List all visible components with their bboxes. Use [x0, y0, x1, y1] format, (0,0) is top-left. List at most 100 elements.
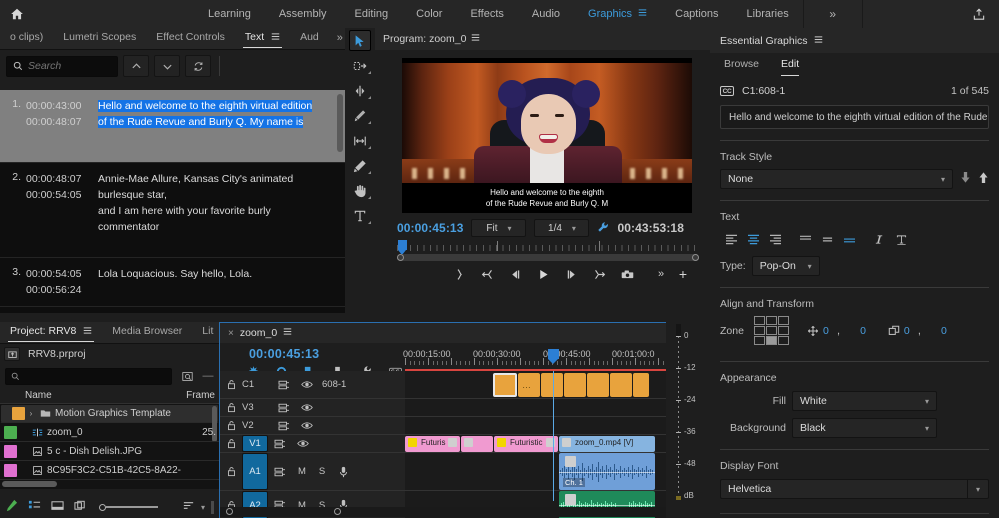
workspace-tab-graphics[interactable]: Graphics [574, 0, 661, 28]
zoom-level-select[interactable]: Fit ▾ [471, 219, 527, 237]
sync-lock-icon[interactable] [272, 403, 296, 413]
export-frame-button[interactable] [613, 262, 641, 286]
caption-text-field[interactable]: Hello and welcome to the eighth virtual … [720, 105, 989, 129]
solo-track-button[interactable]: S [312, 466, 332, 477]
step-forward-button[interactable] [557, 262, 585, 286]
scrubber-playhead[interactable] [398, 240, 407, 255]
push-style-up-button[interactable] [978, 171, 989, 187]
panel-menu-icon[interactable] [814, 35, 823, 47]
project-item[interactable]: › Motion Graphics Template [0, 404, 219, 442]
track-header[interactable]: V1 [220, 435, 405, 452]
track-header[interactable]: C1 608-1 [220, 371, 405, 398]
button-editor-button[interactable]: + [675, 262, 691, 286]
scale-x-value[interactable]: 0 [904, 325, 914, 337]
project-item[interactable]: 8C95F3C2-C51B-42C5-8A22- [0, 461, 219, 480]
caption-clip[interactable] [633, 373, 649, 397]
tab-text[interactable]: Text [235, 27, 290, 49]
background-select[interactable]: Black ▾ [792, 418, 937, 438]
caption-row[interactable]: 2. 00:00:48:07 00:00:54:05 Annie-Mae All… [0, 163, 345, 258]
caption-row[interactable]: 3. 00:00:54:05 00:00:56:24 Lola Loquacio… [0, 258, 345, 307]
panel-menu-icon[interactable] [83, 322, 92, 343]
track-header[interactable]: A1 M S [220, 453, 405, 490]
navigate-up-button[interactable] [4, 347, 20, 361]
position-y-value[interactable]: 0 [860, 325, 866, 337]
fill-select[interactable]: White ▾ [792, 391, 937, 411]
track-select-forward-tool[interactable] [345, 53, 375, 78]
zone-cell-selected[interactable] [766, 336, 777, 345]
lock-icon[interactable] [220, 466, 242, 477]
scrollbar-track[interactable] [226, 508, 691, 515]
video-clip[interactable]: Futuristic [494, 436, 558, 452]
tab-lumetri-scopes[interactable]: Lumetri Scopes [53, 27, 146, 49]
caption-clip[interactable]: … [518, 373, 540, 397]
caption-type-select[interactable]: Pop-On ▾ [751, 256, 820, 276]
track-header[interactable]: V2 [220, 417, 405, 434]
align-center-icon[interactable] [742, 231, 764, 247]
sync-lock-icon[interactable] [272, 380, 296, 390]
position-x-value[interactable]: 0 [823, 325, 833, 337]
workspace-tab-captions[interactable]: Captions [661, 0, 732, 28]
track-lane[interactable] [405, 399, 709, 416]
sync-lock-icon[interactable] [268, 467, 292, 477]
video-clip[interactable]: Futuris [405, 436, 460, 452]
search-input[interactable] [28, 60, 111, 72]
settings-wrench-icon[interactable] [597, 221, 609, 236]
track-visibility-icon[interactable] [292, 439, 314, 448]
tab-media-browser[interactable]: Media Browser [102, 321, 192, 343]
timeline-horizontal-scrollbar[interactable] [220, 507, 709, 517]
workspace-tab-editing[interactable]: Editing [341, 0, 403, 28]
play-stop-button[interactable] [529, 262, 557, 286]
caption-text[interactable]: Lola Loquacious. Say hello, Lola. [98, 266, 345, 298]
sync-lock-icon[interactable] [272, 421, 296, 431]
tab-project-rrv8[interactable]: Project: RRV8 [0, 321, 102, 343]
go-to-in-button[interactable] [473, 262, 501, 286]
refresh-transcript-button[interactable] [185, 55, 211, 77]
mute-track-button[interactable]: M [292, 466, 312, 477]
project-item-list[interactable]: › Motion Graphics Template zoom_0 25. 5 … [0, 404, 219, 489]
program-scrubber[interactable] [397, 240, 699, 262]
timeline-playhead-line[interactable] [553, 371, 554, 501]
previous-caption-button[interactable] [123, 55, 149, 77]
panel-menu-icon[interactable] [471, 33, 480, 45]
work-area-handle-right[interactable] [692, 254, 699, 261]
freeform-view-icon[interactable] [74, 499, 87, 515]
slip-tool[interactable] [345, 128, 375, 153]
track-lane[interactable]: Ch. 1 [405, 453, 709, 490]
gripper-icon[interactable] [211, 500, 214, 514]
scrubber-ruler[interactable] [397, 240, 699, 255]
close-icon[interactable]: × [228, 328, 234, 339]
align-middle-icon[interactable] [816, 231, 838, 247]
zone-grid[interactable] [754, 316, 789, 345]
italic-icon[interactable] [868, 231, 890, 247]
voice-over-record-icon[interactable] [332, 466, 354, 478]
track-visibility-icon[interactable] [296, 403, 318, 412]
zoom-slider-track[interactable] [106, 506, 158, 508]
track-style-select[interactable]: None ▾ [720, 169, 953, 189]
caption-text[interactable]: Annie-Mae Allure, Kansas City's animated… [98, 171, 345, 249]
audio-clip[interactable]: Ch. 1 [559, 453, 655, 490]
workspace-tab-audio[interactable]: Audio [518, 0, 574, 28]
caption-clip[interactable] [564, 373, 586, 397]
work-area-handle-left[interactable] [397, 254, 404, 261]
collapse-handle[interactable]: — [202, 370, 214, 382]
mark-in-out-button[interactable] [445, 262, 473, 286]
project-search-input[interactable] [5, 367, 172, 385]
current-timecode[interactable]: 00:00:45:13 [397, 221, 463, 235]
tab-edit[interactable]: Edit [781, 55, 800, 76]
panel-menu-icon[interactable] [271, 28, 280, 49]
next-caption-button[interactable] [154, 55, 180, 77]
zone-cell[interactable] [778, 336, 789, 345]
caption-row[interactable]: 1. 00:00:43:00 00:00:48:07 Hello and wel… [0, 90, 345, 163]
project-item[interactable]: 5 c - Dish Delish.JPG [0, 442, 219, 461]
zone-cell[interactable] [778, 316, 789, 325]
zone-cell[interactable] [766, 326, 777, 335]
chevron-down-icon[interactable]: ▾ [967, 479, 989, 499]
timeline-playhead-marker[interactable] [548, 349, 559, 364]
zone-cell[interactable] [754, 326, 765, 335]
tab-audio[interactable]: Aud [290, 27, 329, 49]
align-bottom-icon[interactable] [838, 231, 860, 247]
sync-lock-icon[interactable] [268, 439, 292, 449]
meter-clip-indicator[interactable] [676, 496, 681, 500]
lock-icon[interactable] [220, 438, 242, 449]
playback-resolution-select[interactable]: 1/4 ▾ [534, 219, 590, 237]
